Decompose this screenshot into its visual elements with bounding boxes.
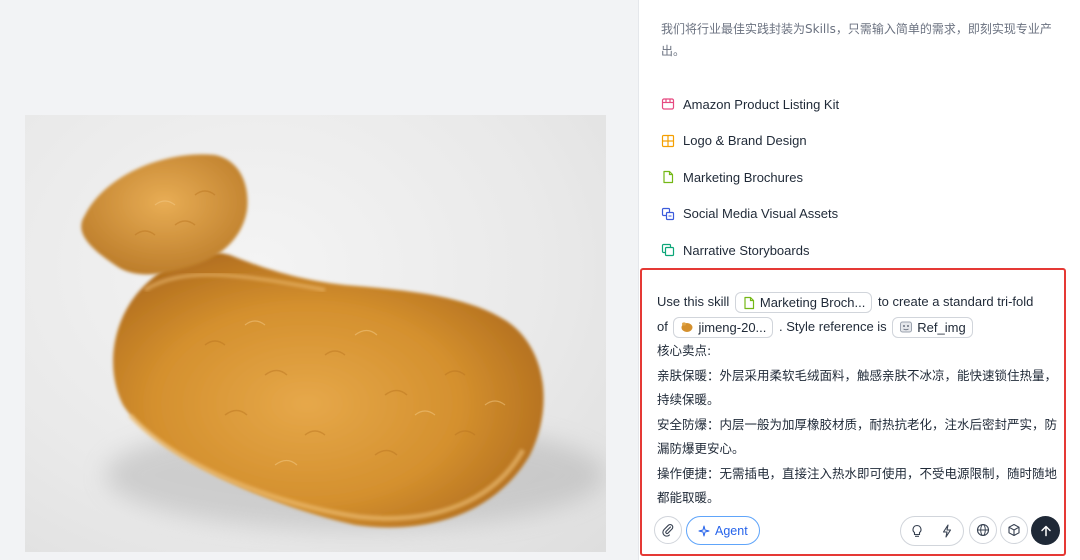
skill-item-label: Social Media Visual Assets bbox=[683, 206, 839, 222]
model-select-button[interactable] bbox=[1000, 516, 1028, 544]
skill-item-label: Logo & Brand Design bbox=[683, 133, 807, 149]
reference-image-icon bbox=[899, 320, 913, 334]
file-chip[interactable]: jimeng-20... bbox=[673, 316, 774, 338]
selling-point-warmth: 亲肤保暖：外层采用柔软毛绒面料，触感亲肤不冰凉，能快速锁住热量，持续保暖。 bbox=[657, 367, 1058, 408]
document-icon bbox=[661, 170, 675, 184]
canvas-area bbox=[0, 0, 638, 560]
document-icon bbox=[742, 296, 756, 310]
agent-mode-button[interactable]: Agent bbox=[686, 516, 760, 545]
reference-chip[interactable]: Ref_img bbox=[892, 316, 973, 338]
skill-chip-label: Marketing Broch... bbox=[759, 295, 866, 311]
globe-icon bbox=[976, 523, 990, 537]
skill-item-storyboards[interactable]: Narrative Storyboards bbox=[661, 232, 1061, 269]
paperclip-icon bbox=[662, 524, 674, 537]
composer-toolbar: Agent bbox=[654, 516, 1060, 546]
prompt-text[interactable]: Use this skill Marketing Broch... to cre… bbox=[657, 290, 1057, 511]
share-icon bbox=[661, 207, 675, 221]
skills-intro-text: 我们将行业最佳实践封装为Skills，只需输入简单的需求，即刻实现专业产出。 bbox=[661, 22, 1052, 58]
lightning-icon bbox=[942, 524, 952, 538]
skill-item-marketing-brochures[interactable]: Marketing Brochures bbox=[661, 159, 1061, 196]
lightbulb-icon bbox=[912, 524, 922, 537]
skill-item-amazon-listing[interactable]: Amazon Product Listing Kit bbox=[661, 86, 1061, 123]
prompt-composer[interactable]: Use this skill Marketing Broch... to cre… bbox=[640, 268, 1066, 556]
skill-list: Amazon Product Listing Kit Logo & Brand … bbox=[661, 86, 1061, 269]
selling-point-safety: 安全防爆：内层一般为加厚橡胶材质，耐热抗老化，注水后密封严实，防漏防爆更安心。 bbox=[657, 416, 1058, 457]
prompt-prefix-text: Use this skill bbox=[657, 294, 730, 309]
cube-icon bbox=[1008, 523, 1020, 537]
skill-item-social-media[interactable]: Social Media Visual Assets bbox=[661, 196, 1061, 233]
send-button[interactable] bbox=[1031, 516, 1060, 545]
prompt-of-text: of bbox=[657, 318, 668, 334]
prompt-middle-text: to create a standard tri-fold bbox=[878, 294, 1034, 309]
product-image[interactable] bbox=[25, 115, 606, 552]
store-icon bbox=[661, 97, 675, 111]
selling-point-convenience: 操作便捷：无需插电，直接注入热水即可使用，不受电源限制，随时随地都能取暖。 bbox=[657, 465, 1058, 506]
prompt-style-text: . Style reference is bbox=[779, 318, 887, 334]
idea-mode-toggle[interactable] bbox=[903, 518, 931, 544]
sparkle-icon bbox=[698, 525, 710, 536]
reference-chip-label: Ref_img bbox=[917, 319, 966, 335]
fast-mode-toggle[interactable] bbox=[933, 518, 961, 544]
skill-item-label: Marketing Brochures bbox=[683, 169, 803, 185]
layout-icon bbox=[661, 134, 675, 148]
prompt-line-2: of jimeng-20... . Style reference is Ref… bbox=[657, 315, 1057, 340]
web-search-button[interactable] bbox=[969, 516, 997, 544]
file-chip-label: jimeng-20... bbox=[698, 319, 767, 335]
selling-points-heading: 核心卖点: bbox=[657, 343, 712, 358]
skill-item-logo-brand[interactable]: Logo & Brand Design bbox=[661, 123, 1061, 160]
skill-item-label: Narrative Storyboards bbox=[683, 242, 810, 258]
skill-chip[interactable]: Marketing Broch... bbox=[734, 292, 873, 314]
attach-button[interactable] bbox=[654, 516, 682, 544]
agent-mode-label: Agent bbox=[715, 523, 748, 538]
copy-icon bbox=[661, 243, 675, 257]
image-thumbnail-icon bbox=[680, 320, 694, 334]
skill-item-label: Amazon Product Listing Kit bbox=[683, 96, 840, 112]
arrow-up-icon bbox=[1040, 525, 1051, 536]
mode-toggle-group bbox=[900, 516, 964, 546]
hot-water-bottle-illustration bbox=[81, 154, 605, 530]
prompt-line-1: Use this skill Marketing Broch... to cre… bbox=[657, 290, 1057, 315]
